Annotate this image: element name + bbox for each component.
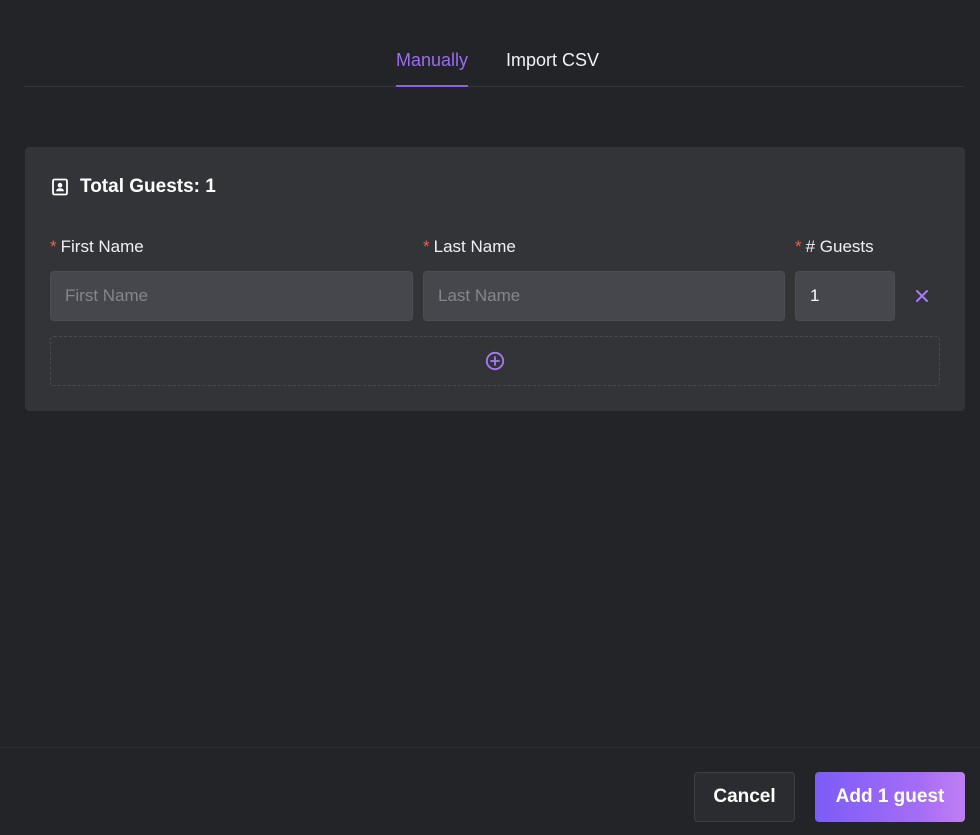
modal-footer: Cancel Add 1 guest [0, 747, 980, 835]
guest-entry-card: Total Guests: 1 * First Name * Last Name *… [25, 147, 965, 411]
remove-row-button[interactable] [912, 285, 932, 307]
last-name-field[interactable] [423, 271, 785, 321]
tab-import-csv[interactable]: Import CSV [506, 47, 599, 87]
last-name-label: * Last Name [423, 237, 516, 256]
card-header: Total Guests: 1 [51, 176, 216, 198]
add-row-button[interactable] [50, 336, 940, 386]
close-icon [916, 290, 928, 302]
first-name-field[interactable] [50, 271, 413, 321]
tab-manually[interactable]: Manually [396, 47, 469, 87]
plus-circle-icon [485, 351, 505, 371]
total-guests-title: Total Guests: 1 [80, 176, 216, 197]
required-asterisk: * [795, 237, 802, 256]
guests-count-label: * # Guests [795, 237, 874, 256]
add-guests-modal: Manually Import CSV Total Guests: 1 * Fir… [0, 0, 980, 835]
required-asterisk: * [423, 237, 430, 256]
guests-count-field[interactable] [795, 271, 895, 321]
add-guest-button[interactable]: Add 1 guest [815, 772, 965, 822]
cancel-button[interactable]: Cancel [694, 772, 795, 822]
first-name-label: * First Name [50, 237, 144, 256]
contact-book-icon [51, 178, 69, 196]
tab-bar: Manually Import CSV [24, 0, 964, 87]
required-asterisk: * [50, 237, 57, 256]
